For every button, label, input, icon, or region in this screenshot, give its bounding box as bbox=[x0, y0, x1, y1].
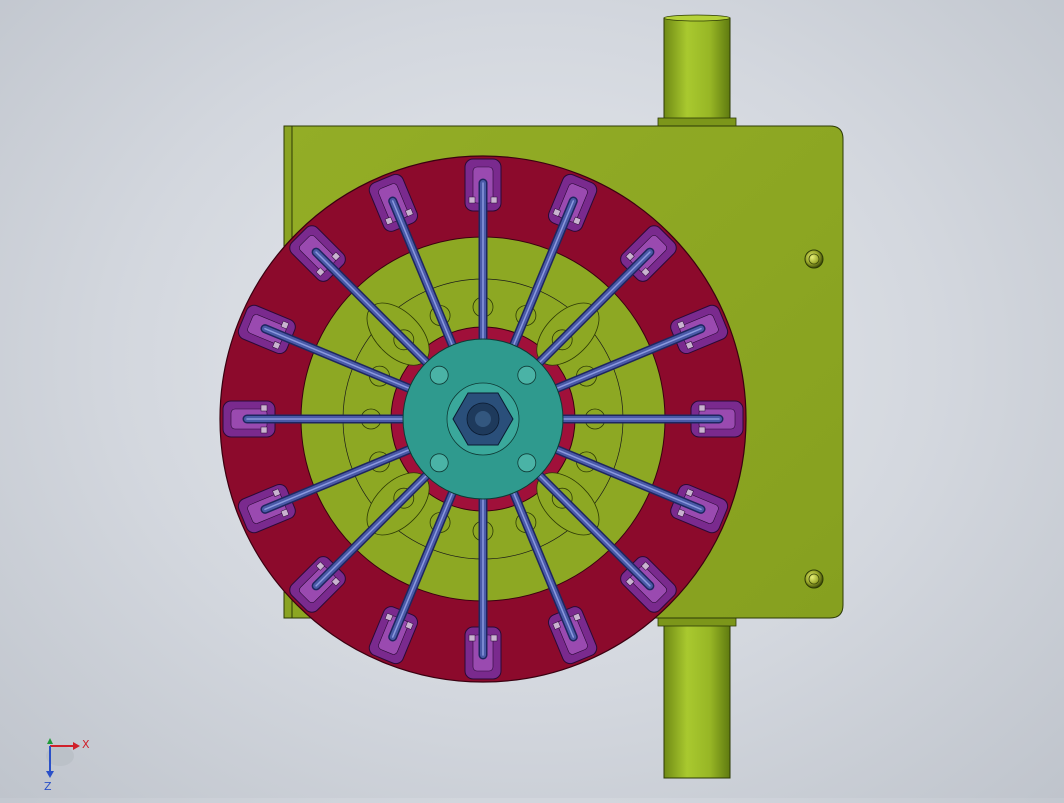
plate-bolt-lower[interactable] bbox=[804, 569, 824, 589]
plate-bolt-upper[interactable] bbox=[804, 249, 824, 269]
hub-bolt bbox=[517, 365, 537, 385]
x-axis-label: X bbox=[82, 738, 90, 751]
z-axis-label: Z bbox=[44, 780, 52, 793]
hub-bolt bbox=[429, 365, 449, 385]
hub-bolt bbox=[429, 453, 449, 473]
assembly-model[interactable]: X Z bbox=[0, 0, 1064, 798]
hub-bolt bbox=[517, 453, 537, 473]
top-pipe[interactable] bbox=[657, 14, 737, 127]
cad-graphics-viewport[interactable]: X Z bbox=[0, 0, 1064, 798]
center-hub[interactable] bbox=[402, 338, 564, 500]
bottom-pipe[interactable] bbox=[657, 616, 737, 779]
coordinate-triad: X Z bbox=[44, 738, 90, 793]
